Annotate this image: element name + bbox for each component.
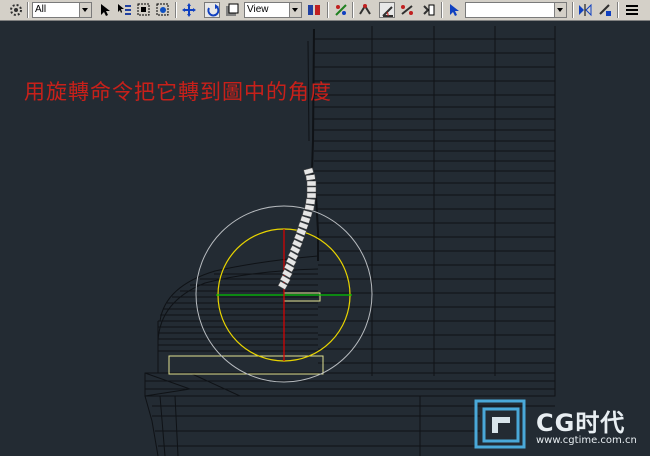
select-by-name-icon[interactable] — [116, 2, 132, 18]
mirror-icon[interactable] — [577, 2, 593, 18]
watermark-url: www.cgtime.com.cn — [536, 435, 637, 446]
main-toolbar: All View — [0, 0, 650, 21]
reference-coordinate-value: View — [247, 4, 269, 15]
align-icon[interactable] — [597, 2, 613, 18]
cgtime-logo-icon — [474, 399, 526, 449]
cgtime-watermark: CG时代 www.cgtime.com.cn — [474, 399, 644, 455]
instruction-text: 用旋轉命令把它轉到圖中的角度 — [24, 80, 332, 104]
select-object-icon[interactable] — [97, 2, 113, 18]
layer-manager-icon[interactable] — [624, 2, 640, 18]
chevron-down-icon — [79, 3, 91, 17]
percent-snap-icon[interactable] — [399, 2, 415, 18]
spinner-snap-icon[interactable] — [420, 2, 436, 18]
select-and-manipulate-icon[interactable] — [333, 2, 349, 18]
reference-coordinate-dropdown[interactable]: View — [244, 2, 302, 18]
selection-filter-value: All — [35, 4, 47, 15]
chevron-down-icon — [554, 3, 566, 17]
window-crossing-icon[interactable] — [155, 2, 171, 18]
edit-named-selection-icon[interactable] — [445, 2, 461, 18]
selection-filter-dropdown[interactable]: All — [32, 2, 92, 18]
select-and-rotate-icon[interactable] — [204, 2, 220, 18]
use-pivot-center-icon[interactable] — [306, 2, 322, 18]
select-and-move-icon[interactable] — [181, 2, 197, 18]
front-viewport[interactable]: 用旋轉命令把它轉到圖中的角度 CG时代 www.cgtime.com.cn — [0, 21, 650, 456]
angle-snap-icon[interactable] — [379, 2, 395, 18]
rectangular-selection-icon[interactable] — [136, 2, 152, 18]
snaps-toggle-icon[interactable] — [357, 2, 373, 18]
named-selection-dropdown[interactable] — [465, 2, 567, 18]
watermark-brand: CG时代 — [536, 409, 626, 437]
select-and-scale-icon[interactable] — [224, 2, 240, 18]
chevron-down-icon — [289, 3, 301, 17]
bind-space-warp-icon[interactable] — [8, 2, 24, 18]
